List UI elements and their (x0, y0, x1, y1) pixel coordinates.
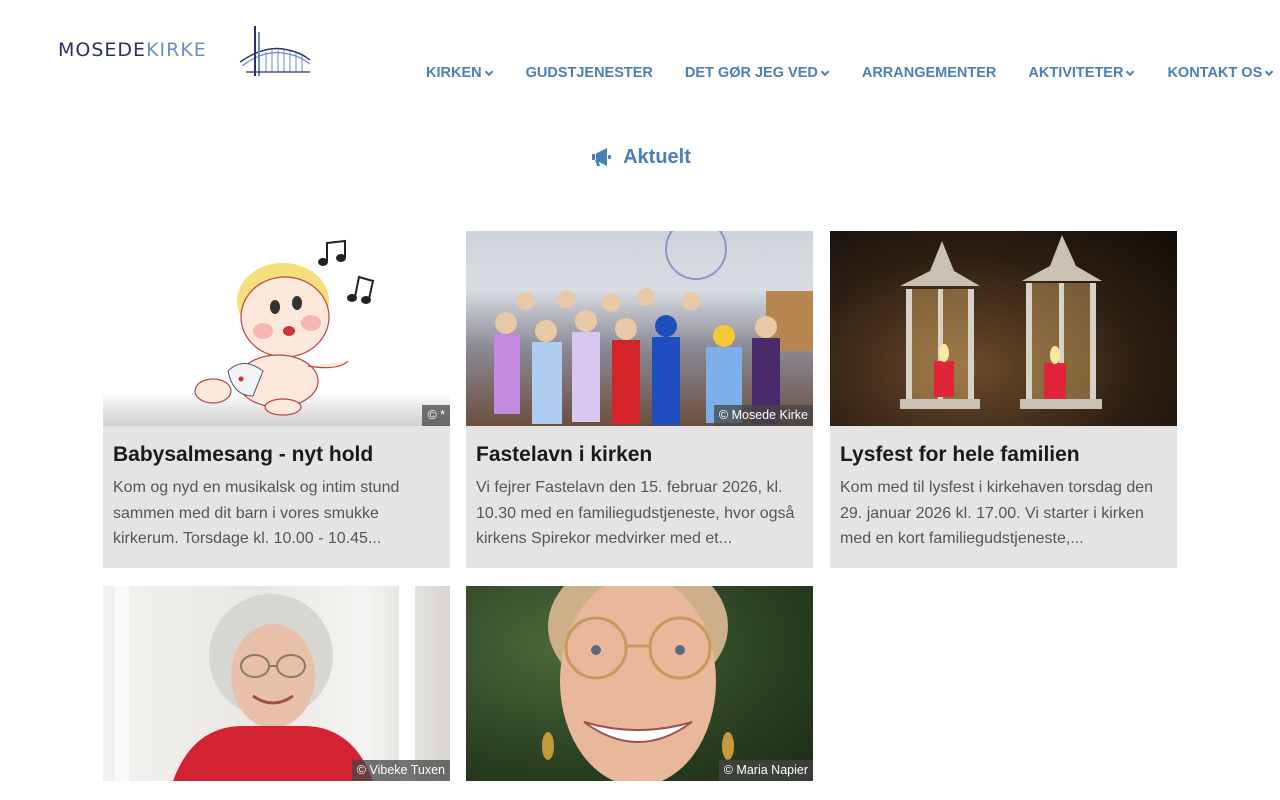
nav-item-aktiviteter[interactable]: AKTIVITETER (1028, 62, 1135, 84)
children-costumes-photo (494, 231, 813, 425)
nav-label: KIRKEN (426, 65, 482, 81)
portrait-photo (115, 586, 415, 781)
chevron-down-icon (1126, 70, 1135, 77)
card-image (830, 231, 1177, 426)
nav-label: ARRANGEMENTER (861, 65, 997, 81)
lanterns-photo (900, 235, 1102, 409)
card-image: © Mosede Kirke (466, 231, 813, 426)
site-logo[interactable]: MOSEDEKIRKE (58, 22, 314, 78)
chevron-down-icon (484, 70, 493, 77)
news-card[interactable]: © Vibeke Tuxen (103, 586, 450, 781)
news-card[interactable]: © Maria Napier (466, 586, 813, 781)
nav-label: AKTIVITETER (1028, 65, 1124, 81)
nav-item-kirken[interactable]: KIRKEN (426, 62, 494, 84)
nav-label: DET GØR JEG VED (684, 65, 818, 81)
logo-text: MOSEDEKIRKE (58, 38, 207, 61)
card-excerpt: Kom med til lysfest i kirkehaven torsdag… (840, 479, 1154, 547)
image-credit: © Vibeke Tuxen (351, 760, 450, 781)
card-title[interactable]: Lysfest for hele familien (840, 441, 1167, 469)
card-image: © * (103, 231, 450, 426)
card-image: © Vibeke Tuxen (103, 586, 450, 781)
nav-label: GUDSTJENESTER (525, 65, 653, 81)
nav-item-gudstjenester[interactable]: GUDSTJENESTER (526, 62, 653, 84)
card-excerpt: Kom og nyd en musikalsk og intim stund s… (113, 479, 400, 547)
section-heading: Aktuelt (0, 145, 1280, 169)
image-credit: © Maria Napier (718, 760, 813, 781)
main-nav: KIRKEN GUDSTJENESTER DET GØR JEG VED ARR… (426, 62, 1274, 84)
nav-item-arrangementer[interactable]: ARRANGEMENTER (862, 62, 997, 84)
baby-illustration (194, 239, 375, 416)
chevron-down-icon (1265, 70, 1274, 77)
nav-label: KONTAKT OS (1167, 65, 1263, 81)
news-card[interactable]: Lysfest for hele familien Kom med til ly… (830, 231, 1177, 568)
nav-item-kontakt-os[interactable]: KONTAKT OS (1167, 62, 1274, 84)
section-title: Aktuelt (623, 145, 691, 168)
card-image: © Maria Napier (466, 586, 813, 781)
card-title[interactable]: Babysalmesang - nyt hold (113, 441, 440, 469)
chevron-down-icon (820, 70, 830, 77)
portrait-photo (542, 586, 734, 781)
news-card[interactable]: © * Babysalmesang - nyt hold Kom og nyd … (103, 231, 450, 568)
news-card[interactable]: © Mosede Kirke Fastelavn i kirken Vi fej… (466, 231, 813, 568)
megaphone-icon (592, 148, 612, 166)
card-excerpt: Vi fejrer Fastelavn den 15. februar 2026… (476, 479, 795, 547)
image-credit: © * (422, 405, 450, 426)
image-credit: © Mosede Kirke (713, 405, 813, 426)
nav-item-det-gor-jeg-ved[interactable]: DET GØR JEG VED (685, 62, 830, 84)
church-logo-icon (239, 26, 311, 76)
card-title[interactable]: Fastelavn i kirken (476, 441, 803, 469)
site-header: MOSEDEKIRKE KIRKEN GUDSTJENESTER DET GØR… (0, 0, 1280, 110)
